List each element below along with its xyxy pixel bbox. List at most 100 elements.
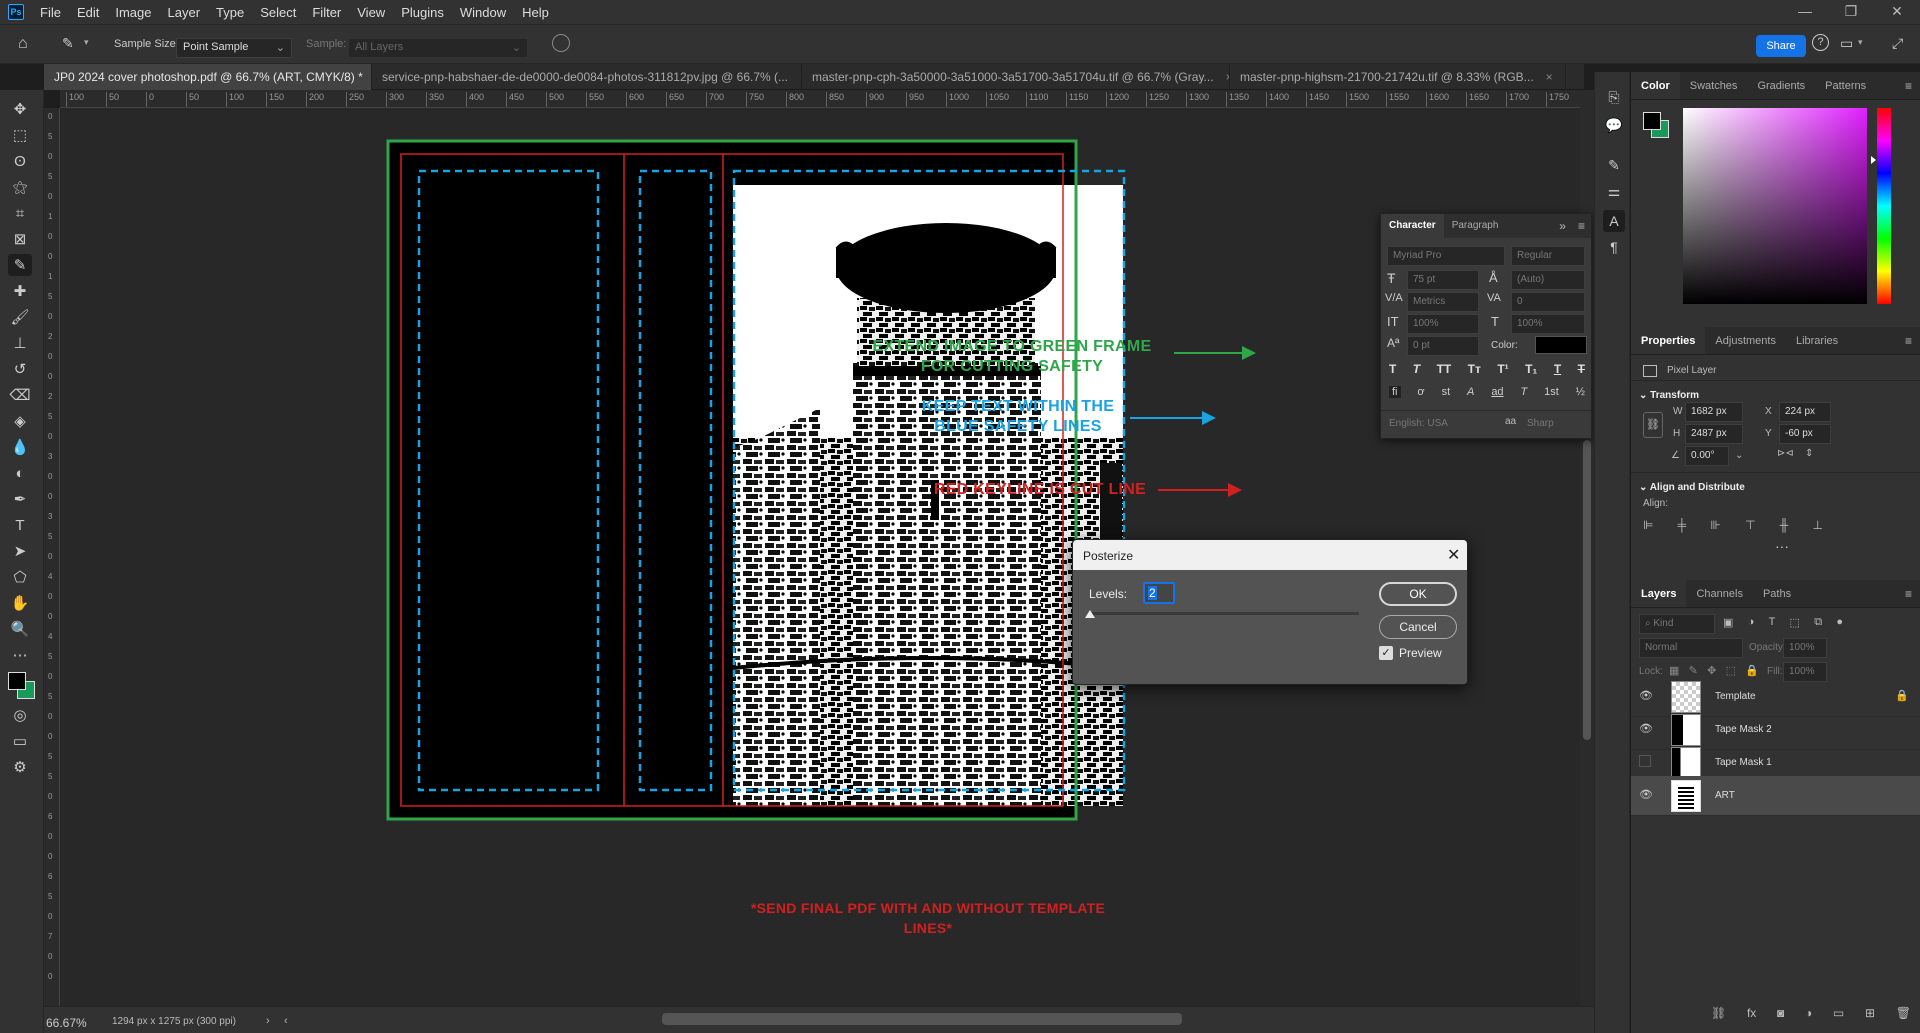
menu-image[interactable]: Image — [107, 5, 159, 20]
align-center-h-icon[interactable]: ╪ — [1678, 518, 1687, 532]
y-field[interactable]: -60 px — [1779, 424, 1831, 444]
tab-properties[interactable]: Properties — [1631, 327, 1706, 354]
eye-icon[interactable]: 👁 — [1639, 689, 1653, 703]
layer-row-art[interactable]: 👁 ART — [1631, 776, 1920, 816]
zoom-tool-icon[interactable]: 🔍 — [8, 618, 32, 640]
blur-tool-icon[interactable]: 💧 — [8, 436, 32, 458]
ok-button[interactable]: OK — [1379, 582, 1457, 606]
layer-filter-kind[interactable]: ⌕ Kind — [1639, 614, 1715, 634]
tab-gradients[interactable]: Gradients — [1747, 72, 1815, 99]
fractions-button[interactable]: ½ — [1576, 386, 1585, 398]
chevron-right-icon[interactable]: › — [266, 1015, 270, 1027]
tab-color[interactable]: Color — [1631, 72, 1680, 99]
new-group-icon[interactable]: ▭ — [1833, 1006, 1844, 1020]
leading-field[interactable]: (Auto) — [1511, 270, 1585, 290]
filter-toggle-icon[interactable]: ● — [1836, 616, 1843, 629]
align-middle-v-icon[interactable]: ╫ — [1780, 518, 1789, 532]
sample-ring-icon[interactable] — [552, 34, 570, 52]
type-tool-icon[interactable]: T — [8, 514, 32, 536]
chevron-down-icon[interactable]: ⌄ — [1735, 450, 1743, 461]
align-right-icon[interactable]: ⊪ — [1710, 518, 1720, 532]
lasso-tool-icon[interactable]: ʘ — [8, 150, 32, 172]
layer-name[interactable]: ART — [1715, 790, 1735, 801]
filter-smart-object-icon[interactable]: ⧉ — [1814, 616, 1822, 629]
link-layers-icon[interactable]: ⛓ — [1711, 1006, 1726, 1020]
menu-plugins[interactable]: Plugins — [393, 5, 452, 20]
tab-document-2[interactable]: service-pnp-habshaer-de-de0000-de0084-ph… — [372, 64, 802, 90]
eye-hidden-icon[interactable] — [1639, 755, 1651, 767]
menu-window[interactable]: Window — [452, 5, 514, 20]
anti-alias-select[interactable]: Sharp — [1527, 418, 1554, 429]
faux-bold-button[interactable]: T — [1389, 362, 1396, 376]
chevron-down-icon[interactable]: ⌄ — [1639, 390, 1650, 401]
healing-brush-tool-icon[interactable]: ✚ — [8, 280, 32, 302]
width-field[interactable]: 1682 px — [1685, 402, 1743, 422]
close-icon[interactable]: × — [1546, 70, 1553, 84]
adjustment-layer-icon[interactable]: ◑ — [1805, 1006, 1812, 1020]
frame-tool-icon[interactable]: ⊠ — [8, 228, 32, 250]
filter-adjustment-icon[interactable]: ◑ — [1748, 616, 1755, 629]
close-window-button[interactable]: ✕ — [1874, 0, 1920, 24]
contextual-alternates-button[interactable]: ơ — [1417, 386, 1424, 398]
chevron-left-icon[interactable]: ‹ — [284, 1015, 288, 1027]
home-icon[interactable]: ⌂ — [18, 35, 28, 53]
lock-position-icon[interactable]: ✥ — [1707, 664, 1716, 677]
font-size-field[interactable]: 75 pt — [1407, 270, 1479, 290]
panel-menu-icon[interactable]: ≡ — [1905, 327, 1912, 355]
menu-filter[interactable]: Filter — [304, 5, 349, 20]
menu-type[interactable]: Type — [208, 5, 252, 20]
hue-slider[interactable] — [1877, 108, 1891, 304]
minimize-button[interactable]: — — [1782, 0, 1828, 24]
vertical-scale-field[interactable]: 100% — [1407, 314, 1479, 334]
delete-layer-icon[interactable]: 🗑 — [1896, 1006, 1911, 1020]
menu-file[interactable]: File — [32, 5, 69, 20]
levels-slider-track[interactable] — [1089, 612, 1359, 615]
workspace-icon[interactable]: ▭ — [1840, 35, 1853, 52]
magic-wand-tool-icon[interactable]: ⚝ — [8, 176, 32, 198]
character-icon[interactable]: A — [1603, 210, 1625, 232]
artboard-lock-icon[interactable]: ⬚ — [1726, 664, 1736, 677]
height-field[interactable]: 2487 px — [1685, 424, 1743, 444]
menu-edit[interactable]: Edit — [69, 5, 107, 20]
layer-name[interactable]: Template — [1715, 691, 1756, 702]
titling-alternates-button[interactable]: T — [1520, 386, 1527, 398]
subscript-button[interactable]: T₁ — [1525, 362, 1537, 376]
font-family-select[interactable]: Myriad Pro — [1387, 246, 1505, 266]
new-layer-icon[interactable]: ⊞ — [1865, 1006, 1875, 1020]
link-dimensions-icon[interactable]: ⛓ — [1643, 412, 1663, 438]
tab-patterns[interactable]: Patterns — [1815, 72, 1876, 99]
comments-icon[interactable]: 💬 — [1603, 114, 1625, 136]
more-tools-icon[interactable]: ⋯ — [8, 644, 32, 666]
eye-icon[interactable]: 👁 — [1639, 788, 1653, 802]
all-caps-button[interactable]: TT — [1437, 362, 1452, 376]
align-left-icon[interactable]: ⊫ — [1643, 518, 1653, 532]
tab-paragraph[interactable]: Paragraph — [1444, 214, 1507, 238]
kerning-field[interactable]: Metrics — [1407, 292, 1479, 312]
underline-button[interactable]: T — [1554, 362, 1561, 376]
eraser-tool-icon[interactable]: ⌫ — [8, 384, 32, 406]
close-icon[interactable]: ✕ — [1447, 545, 1460, 565]
tab-libraries[interactable]: Libraries — [1786, 327, 1848, 354]
tab-layers[interactable]: Layers — [1631, 580, 1687, 607]
opacity-field[interactable]: 100% — [1783, 638, 1827, 658]
marquee-tool-icon[interactable]: ⬚ — [8, 124, 32, 146]
paragraph-icon[interactable]: ¶ — [1603, 236, 1625, 258]
lock-all-icon[interactable]: 🔒 — [1745, 664, 1759, 677]
flip-vertical-icon[interactable]: ⇕ — [1805, 448, 1813, 459]
filter-pixel-icon[interactable]: ▣ — [1723, 616, 1733, 629]
quick-mask-icon[interactable]: ◎ — [8, 704, 32, 726]
cancel-button[interactable]: Cancel — [1379, 615, 1457, 639]
stylistic-alternates-button[interactable]: ad — [1491, 386, 1503, 398]
more-options-icon[interactable]: ··· — [1775, 538, 1789, 554]
pen-tool-icon[interactable]: ✒ — [8, 488, 32, 510]
panel-menu-icon[interactable]: ≡ — [1905, 580, 1912, 608]
align-top-icon[interactable]: ⊤ — [1745, 518, 1755, 532]
restore-button[interactable]: ❐ — [1828, 0, 1874, 24]
history-brush-tool-icon[interactable]: ↺ — [8, 358, 32, 380]
menu-select[interactable]: Select — [252, 5, 304, 20]
move-tool-icon[interactable]: ✥ — [8, 98, 32, 120]
edit-toolbar-icon[interactable]: ⚙ — [8, 756, 32, 778]
x-field[interactable]: 224 px — [1779, 402, 1831, 422]
baseline-shift-field[interactable]: 0 pt — [1407, 336, 1479, 356]
menu-view[interactable]: View — [349, 5, 393, 20]
